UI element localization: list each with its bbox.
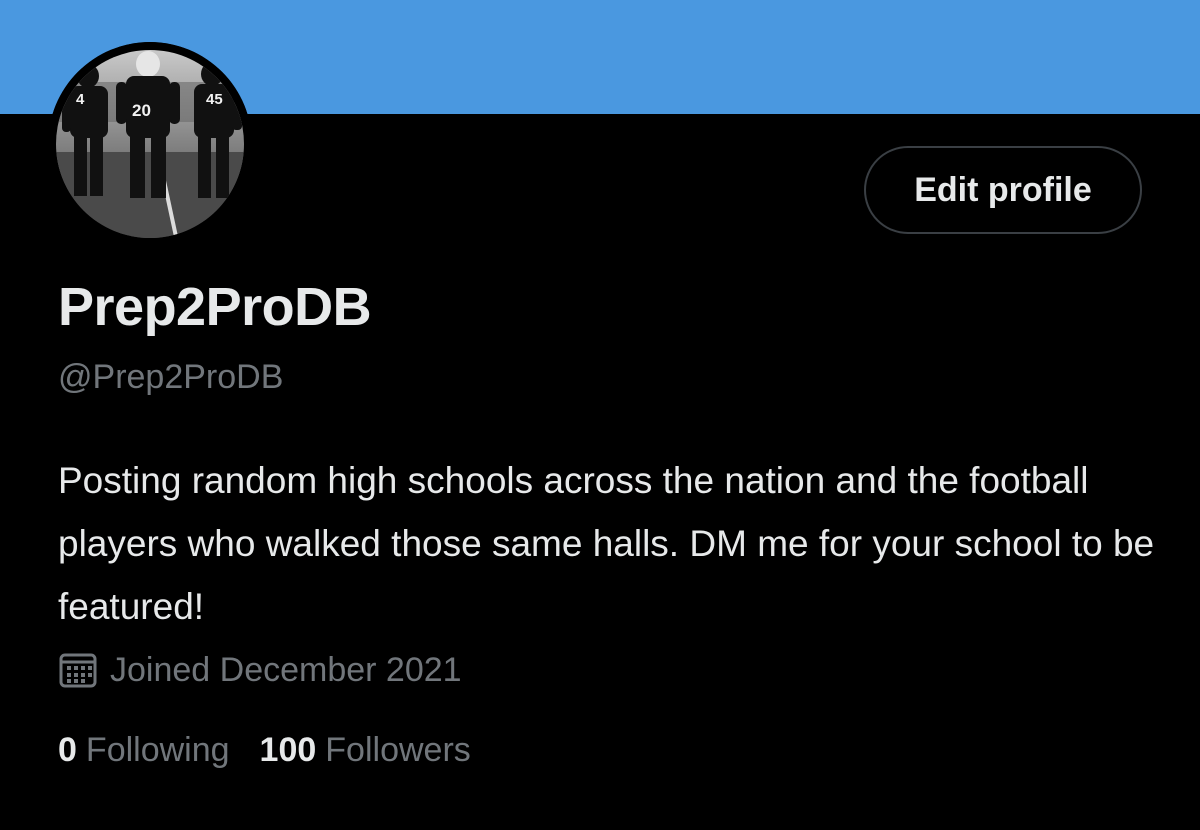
followers-count: 100 bbox=[259, 730, 317, 769]
joined-date-text: Joined December 2021 bbox=[110, 650, 462, 689]
edit-profile-button[interactable]: Edit profile bbox=[864, 146, 1142, 234]
calendar-icon bbox=[58, 650, 98, 690]
following-count: 0 bbox=[58, 730, 77, 769]
following-label: Following bbox=[85, 730, 230, 769]
followers-label: Followers bbox=[325, 730, 471, 769]
following-link[interactable]: 0 Following bbox=[58, 731, 230, 770]
joined-date: Joined December 2021 bbox=[58, 648, 462, 692]
profile-bio: Posting random high schools across the n… bbox=[58, 460, 1155, 627]
user-handle: @Prep2ProDB bbox=[58, 358, 284, 396]
avatar-jersey-20: 20 bbox=[132, 101, 151, 120]
avatar-jersey-4: 4 bbox=[76, 91, 85, 108]
followers-link[interactable]: 100 Followers bbox=[260, 731, 471, 770]
avatar-jersey-45: 45 bbox=[206, 91, 223, 108]
avatar[interactable]: 4 20 45 bbox=[48, 42, 252, 246]
follow-stats: 0 Following 100 Followers bbox=[58, 728, 471, 772]
avatar-image: 4 20 45 bbox=[48, 42, 252, 246]
display-name: Prep2ProDB bbox=[58, 277, 372, 337]
